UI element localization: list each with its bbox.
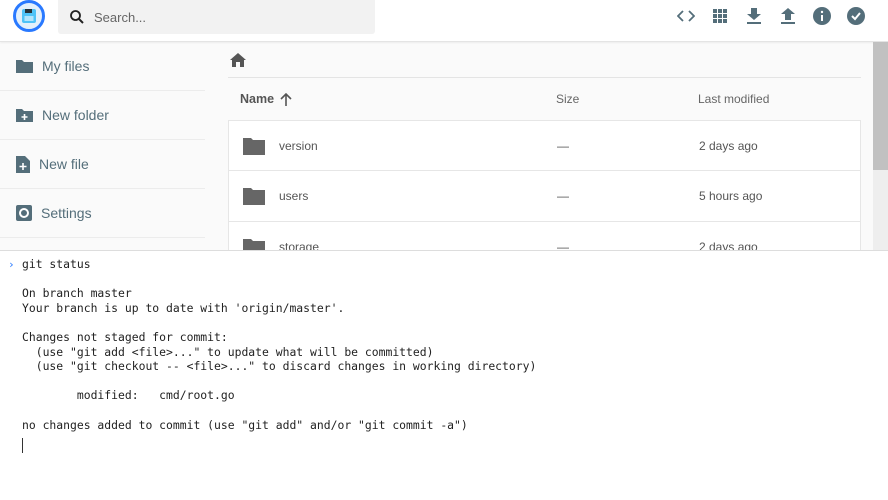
sidebar-item-label: My files	[42, 58, 90, 74]
search-icon	[70, 10, 84, 24]
file-name: version	[279, 138, 318, 153]
info-icon[interactable]	[810, 6, 834, 26]
prompt-icon: ›	[8, 258, 15, 271]
code-icon[interactable]	[674, 6, 698, 26]
folder-icon	[243, 137, 265, 155]
sidebar-item-label: New file	[39, 156, 89, 172]
sidebar-item-label: New folder	[42, 107, 109, 123]
note-add-icon	[16, 155, 30, 173]
file-listing: Name Size Last modified version — 2 days a…	[228, 42, 861, 273]
create-folder-icon	[16, 109, 33, 122]
file-size: —	[557, 189, 569, 203]
search-input[interactable]	[94, 9, 354, 25]
app-logo[interactable]	[13, 0, 45, 32]
table-header: Name Size Last modified	[228, 78, 861, 120]
upload-icon[interactable]	[776, 6, 800, 26]
file-size: —	[557, 138, 569, 153]
arrow-up-icon[interactable]	[280, 92, 292, 106]
sidebar-item-new-folder[interactable]: New folder	[0, 91, 205, 140]
folder-icon	[243, 188, 265, 205]
scrollbar-thumb[interactable]	[873, 42, 888, 170]
column-name[interactable]: Name	[228, 92, 556, 106]
file-modified: 5 hours ago	[699, 189, 763, 203]
column-name-label: Name	[240, 92, 275, 106]
settings-icon	[16, 205, 32, 221]
header	[0, 0, 888, 42]
grid-view-icon[interactable]	[708, 6, 732, 26]
terminal-cursor[interactable]	[22, 438, 23, 454]
download-icon[interactable]	[742, 6, 766, 26]
table-row[interactable]: version — 2 days ago	[228, 120, 861, 171]
column-modified[interactable]: Last modified	[698, 92, 769, 106]
sidebar: My files New folder New file Settings	[0, 42, 205, 238]
sidebar-item-new-file[interactable]: New file	[0, 140, 205, 189]
file-modified: 2 days ago	[699, 138, 758, 153]
breadcrumb	[228, 42, 861, 78]
check-circle-icon[interactable]	[844, 6, 868, 26]
terminal-command: git status	[22, 257, 91, 271]
sidebar-item-settings[interactable]: Settings	[0, 189, 205, 238]
terminal[interactable]: › git status On branch master Your branc…	[0, 250, 888, 500]
file-name: users	[279, 189, 309, 203]
column-size[interactable]: Size	[556, 92, 698, 106]
sidebar-item-label: Settings	[41, 205, 92, 221]
table-row[interactable]: users — 5 hours ago	[228, 171, 861, 222]
terminal-output: On branch master Your branch is up to da…	[22, 286, 537, 432]
folder-icon	[16, 60, 33, 73]
home-icon[interactable]	[230, 52, 246, 67]
sidebar-item-my-files[interactable]: My files	[0, 42, 205, 91]
search-bar[interactable]	[58, 0, 375, 34]
